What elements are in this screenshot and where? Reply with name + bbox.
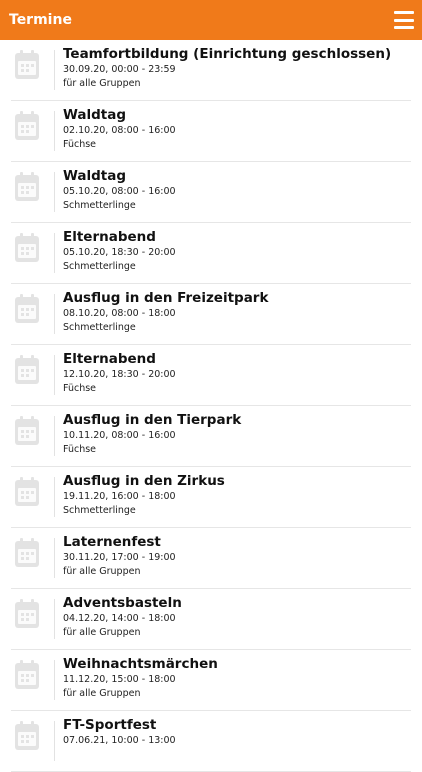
event-title: Adventsbasteln xyxy=(63,595,182,611)
calendar-icon xyxy=(15,721,39,750)
event-datetime: 02.10.20, 08:00 - 16:00 xyxy=(63,125,176,136)
calendar-icon xyxy=(15,477,39,506)
event-group: für alle Gruppen xyxy=(63,626,141,638)
event-datetime: 07.06.21, 10:00 - 13:00 xyxy=(63,735,176,746)
event-list-item[interactable]: Elternabend 05.10.20, 18:30 - 20:00 Schmet… xyxy=(11,223,411,284)
event-title: Ausflug in den Tierpark xyxy=(63,412,242,428)
divider xyxy=(54,721,55,761)
calendar-icon xyxy=(15,355,39,384)
event-group: Füchse xyxy=(63,382,97,394)
calendar-icon xyxy=(15,233,39,262)
event-list-item[interactable]: Waldtag 02.10.20, 08:00 - 16:00 Füchse xyxy=(11,101,411,162)
divider xyxy=(54,294,55,334)
calendar-icon xyxy=(15,172,39,201)
event-title: Teamfortbildung (Einrichtung geschlossen… xyxy=(63,46,392,62)
event-group: für alle Gruppen xyxy=(63,77,141,89)
calendar-icon xyxy=(15,294,39,323)
calendar-icon xyxy=(15,660,39,689)
event-list-item[interactable]: Elternabend 12.10.20, 18:30 - 20:00 Füchse xyxy=(11,345,411,406)
event-datetime: 04.12.20, 14:00 - 18:00 xyxy=(63,613,176,624)
divider xyxy=(54,111,55,151)
event-list: Teamfortbildung (Einrichtung geschlossen… xyxy=(0,40,422,772)
app-header: Termine xyxy=(0,0,422,40)
event-datetime: 05.10.20, 08:00 - 16:00 xyxy=(63,186,176,197)
event-group: für alle Gruppen xyxy=(63,565,141,577)
event-group: Schmetterlinge xyxy=(63,260,136,272)
hamburger-menu-icon[interactable] xyxy=(394,10,414,30)
event-group: Schmetterlinge xyxy=(63,504,136,516)
event-list-item[interactable]: Adventsbasteln 04.12.20, 14:00 - 18:00 für… xyxy=(11,589,411,650)
event-datetime: 08.10.20, 08:00 - 18:00 xyxy=(63,308,176,319)
event-list-item[interactable]: Ausflug in den Freizeitpark 08.10.20, 08:… xyxy=(11,284,411,345)
event-title: Waldtag xyxy=(63,168,127,184)
calendar-icon xyxy=(15,538,39,567)
divider xyxy=(54,477,55,517)
event-list-item[interactable]: Ausflug in den Tierpark 10.11.20, 08:00 -… xyxy=(11,406,411,467)
event-datetime: 12.10.20, 18:30 - 20:00 xyxy=(63,369,176,380)
divider xyxy=(54,416,55,456)
event-list-item[interactable]: Waldtag 05.10.20, 08:00 - 16:00 Schmetterl… xyxy=(11,162,411,223)
calendar-icon xyxy=(15,111,39,140)
divider xyxy=(54,599,55,639)
divider xyxy=(54,355,55,395)
event-group: für alle Gruppen xyxy=(63,687,141,699)
divider xyxy=(54,660,55,700)
page-title: Termine xyxy=(9,12,72,28)
event-list-item[interactable]: Teamfortbildung (Einrichtung geschlossen… xyxy=(11,40,411,101)
event-group: Füchse xyxy=(63,138,97,150)
event-title: Ausflug in den Zirkus xyxy=(63,473,225,489)
event-title: Weihnachtsmärchen xyxy=(63,656,218,672)
calendar-icon xyxy=(15,50,39,79)
event-datetime: 11.12.20, 15:00 - 18:00 xyxy=(63,674,176,685)
event-group: Schmetterlinge xyxy=(63,199,136,211)
event-title: Elternabend xyxy=(63,351,156,367)
event-title: Laternenfest xyxy=(63,534,161,550)
event-group: Schmetterlinge xyxy=(63,321,136,333)
event-title: Elternabend xyxy=(63,229,156,245)
divider xyxy=(54,172,55,212)
event-list-item[interactable]: FT-Sportfest 07.06.21, 10:00 - 13:00 xyxy=(11,711,411,772)
event-title: FT-Sportfest xyxy=(63,717,157,733)
divider xyxy=(54,50,55,90)
event-datetime: 10.11.20, 08:00 - 16:00 xyxy=(63,430,176,441)
event-list-item[interactable]: Laternenfest 30.11.20, 17:00 - 19:00 für a… xyxy=(11,528,411,589)
event-group: Füchse xyxy=(63,443,97,455)
calendar-icon xyxy=(15,599,39,628)
divider xyxy=(54,233,55,273)
event-datetime: 30.09.20, 00:00 - 23:59 xyxy=(63,64,176,75)
event-list-item[interactable]: Ausflug in den Zirkus 19.11.20, 16:00 - 1… xyxy=(11,467,411,528)
event-title: Ausflug in den Freizeitpark xyxy=(63,290,269,306)
event-title: Waldtag xyxy=(63,107,127,123)
event-datetime: 19.11.20, 16:00 - 18:00 xyxy=(63,491,176,502)
event-datetime: 30.11.20, 17:00 - 19:00 xyxy=(63,552,176,563)
divider xyxy=(54,538,55,578)
calendar-icon xyxy=(15,416,39,445)
event-datetime: 05.10.20, 18:30 - 20:00 xyxy=(63,247,176,258)
event-list-item[interactable]: Weihnachtsmärchen 11.12.20, 15:00 - 18:00… xyxy=(11,650,411,711)
